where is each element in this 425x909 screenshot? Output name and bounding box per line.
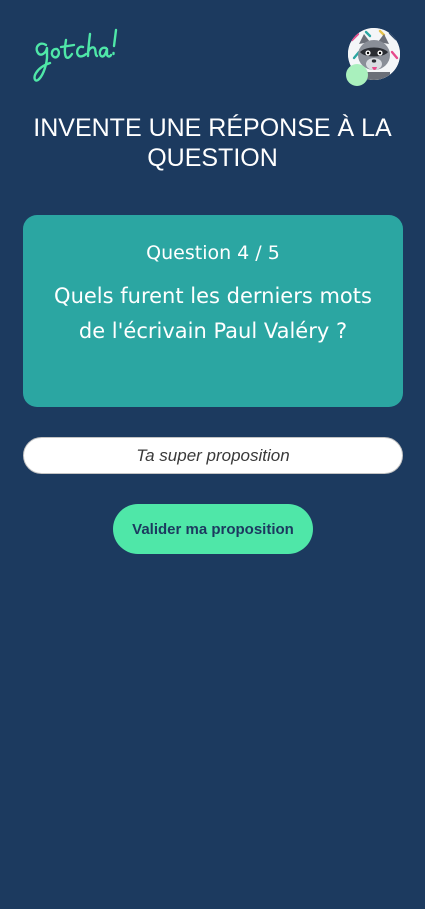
- answer-input[interactable]: [23, 437, 403, 474]
- question-card: Question 4 / 5 Quels furent les derniers…: [23, 215, 403, 407]
- player-avatar[interactable]: [346, 28, 402, 86]
- submit-answer-button[interactable]: Valider ma proposition: [113, 504, 313, 554]
- gotcha-logo[interactable]: [30, 22, 122, 84]
- game-screen: INVENTE UNE RÉPONSE À LA QUESTION Questi…: [0, 0, 425, 909]
- question-counter: Question 4 / 5: [146, 242, 280, 264]
- page-title: INVENTE UNE RÉPONSE À LA QUESTION: [33, 114, 392, 172]
- online-status-dot: [346, 64, 368, 86]
- question-text: Quels furent les derniers mots de l'écri…: [54, 284, 372, 343]
- gotcha-logo-icon: [33, 28, 118, 82]
